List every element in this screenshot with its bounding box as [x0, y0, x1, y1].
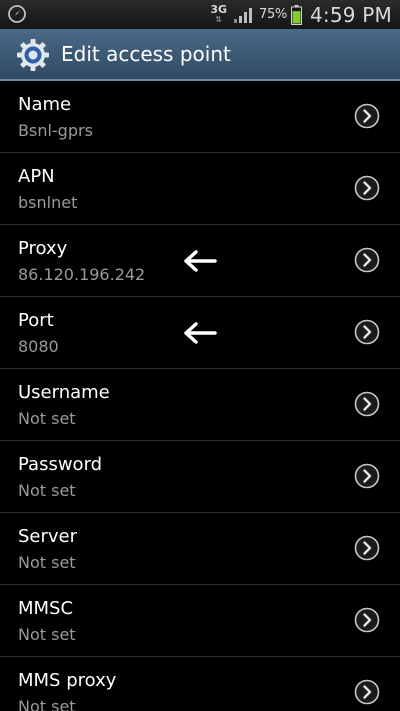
clock: 4:59 PM	[310, 2, 392, 27]
battery-icon	[291, 4, 302, 25]
left-arrow-icon	[184, 250, 217, 272]
setting-value: Not set	[18, 409, 76, 428]
setting-value: 86.120.196.242	[18, 265, 146, 284]
setting-title: MMSC	[18, 598, 74, 619]
setting-row-port[interactable]: Port 8080	[0, 297, 400, 369]
signal-strength-icon	[234, 7, 252, 23]
setting-title: Password	[18, 454, 103, 475]
setting-title: Proxy	[18, 238, 68, 259]
setting-value: Not set	[18, 697, 76, 711]
setting-title: Name	[18, 94, 72, 115]
chevron-right-icon	[354, 535, 380, 561]
chevron-right-icon	[354, 463, 380, 489]
status-bar: 3G ⇅ 75% 4:59 PM	[0, 0, 400, 29]
setting-value: Not set	[18, 481, 76, 500]
setting-value: Not set	[18, 625, 76, 644]
setting-row-proxy[interactable]: Proxy 86.120.196.242	[0, 225, 400, 297]
android-screen: 3G ⇅ 75% 4:59 PM Edit access point Name …	[0, 0, 400, 711]
setting-value: Bsnl-gprs	[18, 121, 93, 140]
chevron-right-icon	[354, 103, 380, 129]
setting-row-apn[interactable]: APN bsnlnet	[0, 153, 400, 225]
settings-gear-icon	[17, 39, 49, 71]
chevron-right-icon	[354, 175, 380, 201]
setting-row-mms-proxy[interactable]: MMS proxy Not set	[0, 657, 400, 711]
notification-compass-icon	[8, 5, 26, 23]
setting-title: Username	[18, 382, 110, 403]
chevron-right-icon	[354, 391, 380, 417]
chevron-right-icon	[354, 607, 380, 633]
battery-percentage: 75%	[259, 7, 287, 22]
setting-title: MMS proxy	[18, 670, 117, 691]
chevron-right-icon	[354, 247, 380, 273]
setting-value: 8080	[18, 337, 59, 356]
apn-settings-list: Name Bsnl-gprs APN bsnlnet Proxy 86.120.…	[0, 81, 400, 711]
setting-row-username[interactable]: Username Not set	[0, 369, 400, 441]
setting-value: bsnlnet	[18, 193, 78, 212]
setting-row-mmsc[interactable]: MMSC Not set	[0, 585, 400, 657]
data-activity-icon: ⇅	[215, 15, 222, 24]
setting-title: APN	[18, 166, 55, 187]
left-arrow-icon	[184, 322, 217, 344]
page-title: Edit access point	[61, 42, 231, 66]
network-type-label: 3G	[210, 3, 227, 16]
chevron-right-icon	[354, 319, 380, 345]
setting-title: Port	[18, 310, 54, 331]
setting-row-name[interactable]: Name Bsnl-gprs	[0, 81, 400, 153]
status-indicators: 3G ⇅ 75% 4:59 PM	[210, 0, 392, 29]
setting-row-password[interactable]: Password Not set	[0, 441, 400, 513]
battery-fill	[292, 10, 301, 24]
network-type-indicator: 3G ⇅	[210, 3, 227, 24]
setting-value: Not set	[18, 553, 76, 572]
setting-row-server[interactable]: Server Not set	[0, 513, 400, 585]
chevron-right-icon	[354, 679, 380, 705]
setting-title: Server	[18, 526, 78, 547]
action-bar: Edit access point	[0, 29, 400, 81]
